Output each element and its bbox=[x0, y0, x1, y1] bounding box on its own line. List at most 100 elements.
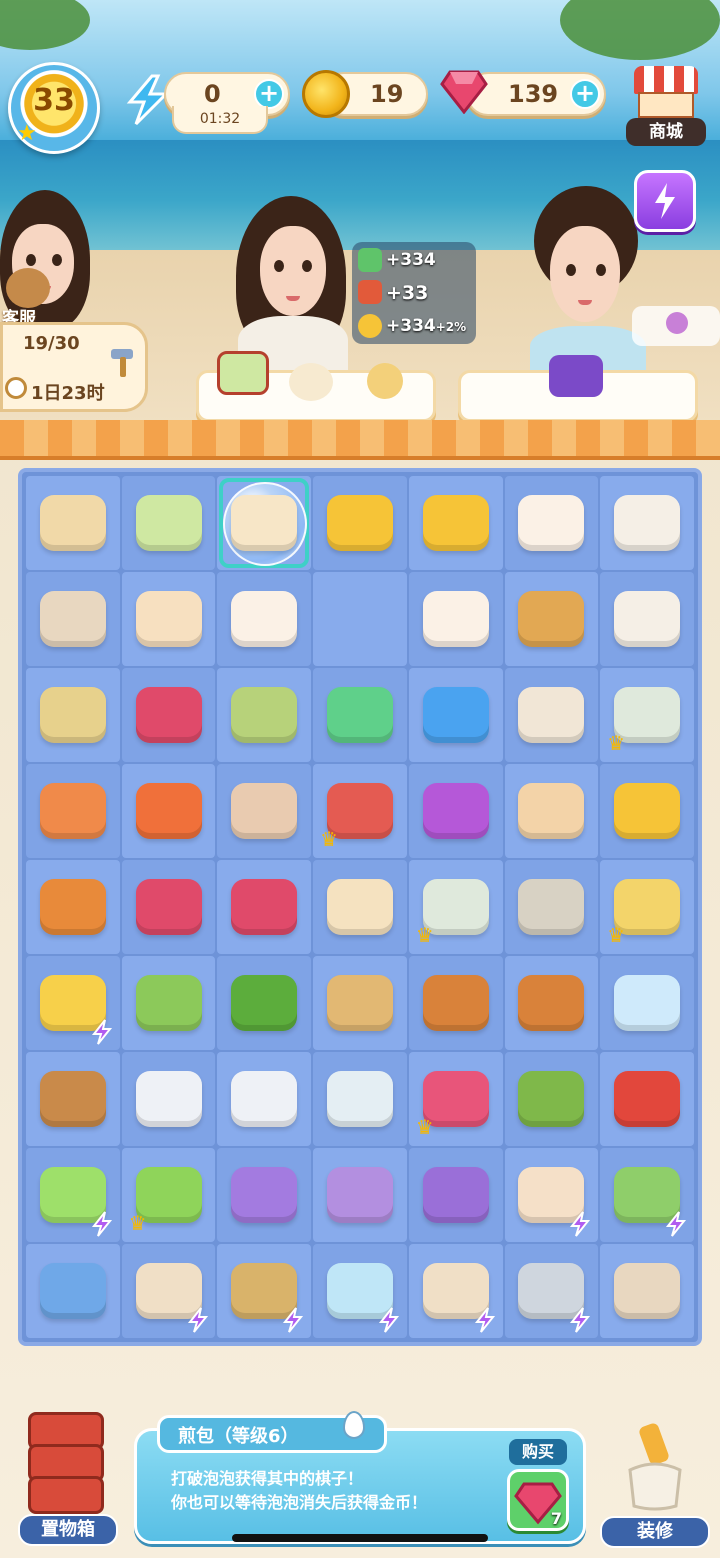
board-cell[interactable] bbox=[408, 668, 503, 762]
board-cell[interactable] bbox=[313, 1052, 407, 1146]
peach-icon[interactable] bbox=[37, 775, 109, 847]
board-cell[interactable] bbox=[408, 476, 503, 570]
tea-set-icon[interactable]: ♛ bbox=[607, 679, 683, 755]
board-cell[interactable]: ♛ bbox=[600, 860, 694, 954]
corn-soup-icon[interactable]: ♛ bbox=[607, 871, 683, 947]
white-bowl-icon[interactable] bbox=[133, 1063, 205, 1135]
board-cell[interactable] bbox=[313, 956, 407, 1050]
fish-dish-icon[interactable] bbox=[515, 679, 587, 751]
order-counter-right[interactable] bbox=[458, 355, 698, 422]
board-cell[interactable] bbox=[217, 1244, 312, 1338]
customer-right[interactable] bbox=[520, 186, 650, 376]
cream-bun-icon[interactable] bbox=[420, 583, 492, 655]
oyster-icon[interactable] bbox=[515, 871, 587, 943]
board-cell[interactable] bbox=[504, 668, 599, 762]
popsicle-icon[interactable] bbox=[515, 775, 587, 847]
board-cell[interactable] bbox=[504, 476, 599, 570]
board-cell[interactable] bbox=[26, 476, 120, 570]
flower-plate-icon[interactable] bbox=[228, 1063, 300, 1135]
board-cell[interactable] bbox=[217, 668, 312, 762]
board-cell[interactable] bbox=[217, 956, 312, 1050]
decorate-button[interactable]: 装修 bbox=[600, 1420, 710, 1548]
board-cell[interactable] bbox=[600, 476, 694, 570]
frying-pan-icon[interactable] bbox=[37, 583, 109, 655]
board-cell[interactable] bbox=[504, 572, 599, 666]
info-drop-icon[interactable] bbox=[343, 1411, 365, 1439]
cabbage-icon[interactable] bbox=[133, 967, 205, 1039]
steamed-bun-icon[interactable] bbox=[515, 487, 587, 559]
soup-pot-icon[interactable] bbox=[133, 1255, 208, 1333]
treasure-chest-red-icon[interactable]: ♛ bbox=[320, 775, 396, 851]
pan-bun-icon[interactable] bbox=[228, 487, 300, 559]
sesame-bun-icon[interactable] bbox=[133, 583, 205, 655]
coins-stack-icon[interactable] bbox=[324, 487, 396, 559]
board-cell[interactable] bbox=[408, 764, 503, 858]
lime-slice-icon[interactable]: ♛ bbox=[129, 1159, 205, 1235]
cherry-basket-icon[interactable] bbox=[228, 1255, 304, 1333]
board-cell[interactable]: ♛ bbox=[121, 1148, 216, 1242]
board-cell[interactable] bbox=[313, 476, 407, 570]
shrimp-leaf-icon[interactable] bbox=[228, 679, 300, 751]
board-cell[interactable] bbox=[313, 572, 407, 666]
board-cell[interactable]: ♛ bbox=[313, 764, 407, 858]
lantern-icon[interactable] bbox=[37, 1159, 112, 1237]
board-cell[interactable] bbox=[408, 572, 503, 666]
board-cell[interactable] bbox=[504, 1148, 599, 1242]
buy-button[interactable]: 7 bbox=[507, 1469, 569, 1531]
orange-icon[interactable] bbox=[133, 775, 205, 847]
board-cell[interactable] bbox=[600, 956, 694, 1050]
board-cell[interactable] bbox=[26, 764, 120, 858]
board-cell[interactable] bbox=[26, 956, 120, 1050]
board-cell[interactable] bbox=[26, 1052, 120, 1146]
board-cell[interactable]: ♛ bbox=[408, 860, 503, 954]
vegetable-basket-icon[interactable] bbox=[611, 1159, 687, 1237]
fishbowl-icon[interactable] bbox=[324, 1255, 400, 1333]
ruby-icon[interactable] bbox=[133, 871, 205, 943]
board-cell[interactable] bbox=[313, 1148, 407, 1242]
board-cell[interactable] bbox=[504, 764, 599, 858]
board-cell[interactable] bbox=[408, 1244, 503, 1338]
board-cell[interactable] bbox=[26, 1148, 120, 1242]
tea-bowl-icon[interactable] bbox=[611, 487, 683, 559]
soup-pot-icon[interactable] bbox=[420, 1255, 495, 1333]
board-cell[interactable] bbox=[600, 1244, 694, 1338]
flower-cake-icon[interactable] bbox=[37, 487, 109, 559]
board-cell[interactable] bbox=[600, 1148, 694, 1242]
strainer-icon[interactable] bbox=[37, 679, 109, 751]
roast-fish-icon[interactable] bbox=[515, 967, 587, 1039]
board-cell[interactable] bbox=[217, 860, 312, 954]
cosmetic-jar-icon[interactable] bbox=[324, 1159, 396, 1231]
roast-duck-icon[interactable] bbox=[420, 967, 492, 1039]
storage-button[interactable]: 置物箱 bbox=[18, 1408, 118, 1548]
board-cell[interactable] bbox=[408, 956, 503, 1050]
board-cell[interactable]: ♛ bbox=[408, 1052, 503, 1146]
level-badge[interactable]: 33 ★ bbox=[8, 62, 100, 154]
board-cell[interactable] bbox=[313, 860, 407, 954]
paper-bag-icon[interactable] bbox=[228, 775, 300, 847]
board-cell[interactable]: ♛ bbox=[600, 668, 694, 762]
board-cell[interactable] bbox=[504, 956, 599, 1050]
green-teapot-icon[interactable] bbox=[515, 1063, 587, 1135]
board-cell[interactable] bbox=[121, 1244, 216, 1338]
bun-icon[interactable] bbox=[228, 583, 300, 655]
board-cell[interactable] bbox=[217, 476, 312, 570]
board-cell[interactable] bbox=[26, 572, 120, 666]
board-cell[interactable] bbox=[600, 1052, 694, 1146]
egg-roll-icon[interactable] bbox=[324, 871, 396, 943]
board-cell[interactable] bbox=[504, 860, 599, 954]
green-orb-icon[interactable] bbox=[324, 679, 396, 751]
crab-plate-icon[interactable] bbox=[37, 871, 109, 943]
cherry-pan-icon[interactable] bbox=[515, 1255, 591, 1333]
lotion-bottle-icon[interactable] bbox=[228, 1159, 300, 1231]
dragon-fruit-icon[interactable]: ♛ bbox=[416, 1063, 492, 1139]
soup-bowl-icon[interactable] bbox=[611, 583, 683, 655]
ruby-gems-icon[interactable] bbox=[133, 679, 205, 751]
board-cell[interactable] bbox=[408, 1148, 503, 1242]
ruby-cluster-icon[interactable] bbox=[228, 871, 300, 943]
sand-bucket-icon[interactable] bbox=[37, 967, 112, 1045]
board-cell[interactable] bbox=[504, 1244, 599, 1338]
cucumber-icon[interactable] bbox=[228, 967, 300, 1039]
board-cell[interactable] bbox=[121, 956, 216, 1050]
ice-cubes-icon[interactable] bbox=[611, 967, 683, 1039]
board-cell[interactable] bbox=[217, 1148, 312, 1242]
